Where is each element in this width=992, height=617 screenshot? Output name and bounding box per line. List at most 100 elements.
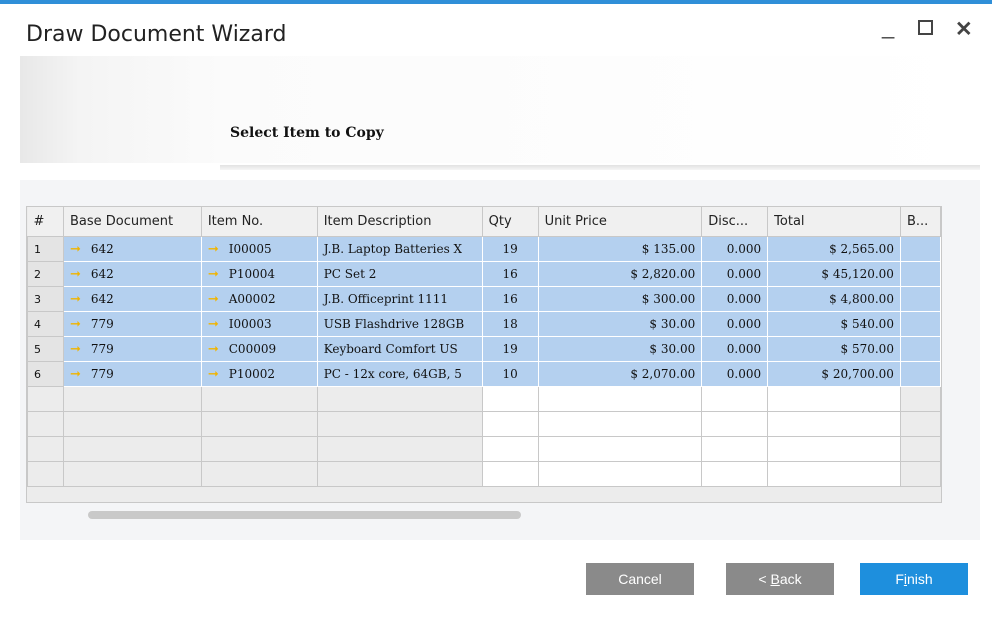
item-description-cell: J.B. Laptop Batteries X xyxy=(316,236,483,262)
column-header[interactable]: Disc... xyxy=(701,207,769,237)
b-col-cell xyxy=(899,236,942,262)
item-no-value: I00005 xyxy=(228,241,272,256)
items-table: # Base Document Item No. Item Description Qt… xyxy=(27,207,942,487)
link-arrow-icon[interactable]: ➞ xyxy=(70,267,81,282)
table-row[interactable]: 2 ➞ 642 ➞ P10004 PC Set 2 16 $ 2,820.00 0.000 $ 4… xyxy=(27,261,942,287)
column-header[interactable]: B... xyxy=(900,207,942,237)
item-no-cell: ➞ I00003 xyxy=(200,311,318,337)
minimize-icon[interactable]: _ xyxy=(882,14,894,40)
back-button[interactable]: < Back xyxy=(726,563,834,595)
table-row[interactable]: 3 ➞ 642 ➞ A00002 J.B. Officeprint 1111 16 $ 300… xyxy=(27,286,942,312)
horizontal-scrollbar[interactable] xyxy=(88,511,521,519)
empty-cell xyxy=(701,461,769,487)
empty-cell xyxy=(316,411,483,437)
total-value: $ 2,565.00 xyxy=(829,242,894,256)
total-cell: $ 45,120.00 xyxy=(767,261,901,287)
finish-button[interactable]: Finish xyxy=(860,563,968,595)
qty-cell: 19 xyxy=(481,336,539,362)
back-mnemonic: B xyxy=(770,571,780,587)
cancel-button[interactable]: Cancel xyxy=(586,563,694,595)
total-cell: $ 2,565.00 xyxy=(767,236,901,262)
row-number-value: 6 xyxy=(34,367,41,381)
qty-cell: 10 xyxy=(481,361,539,387)
row-number-cell[interactable]: 3 xyxy=(27,286,64,312)
link-arrow-icon[interactable]: ➞ xyxy=(208,342,219,357)
item-no-value: P10002 xyxy=(228,366,275,381)
window-top-accent xyxy=(0,0,992,4)
empty-cell xyxy=(537,386,703,412)
table-row[interactable]: 1 ➞ 642 ➞ I00005 J.B. Laptop Batteries X 19 $ 1… xyxy=(27,236,942,262)
items-grid[interactable]: # Base Document Item No. Item Description Qt… xyxy=(26,206,942,503)
step-heading: Select Item to Copy xyxy=(230,125,384,141)
qty-value: 16 xyxy=(502,267,518,281)
empty-row xyxy=(27,461,942,487)
wizard-header-band xyxy=(20,56,980,163)
qty-cell: 18 xyxy=(481,311,539,337)
item-no-value: I00003 xyxy=(228,316,272,331)
row-number-value: 5 xyxy=(34,342,41,356)
unit-price-value: $ 2,070.00 xyxy=(630,367,696,381)
column-header[interactable]: Qty xyxy=(482,207,539,237)
item-no-cell: ➞ P10004 xyxy=(200,261,318,287)
empty-row xyxy=(27,436,942,462)
row-number-cell[interactable]: 2 xyxy=(27,261,64,287)
empty-cell xyxy=(767,461,901,487)
item-no-value: C00009 xyxy=(228,341,277,356)
unit-price-cell: $ 2,820.00 xyxy=(537,261,703,287)
link-arrow-icon[interactable]: ➞ xyxy=(208,292,219,307)
item-description-value: USB Flashdrive 128GB xyxy=(323,317,465,331)
unit-price-value: $ 300.00 xyxy=(641,292,696,306)
empty-cell xyxy=(316,461,483,487)
base-document-value: 779 xyxy=(90,316,114,331)
unit-price-value: $ 2,820.00 xyxy=(630,267,696,281)
back-rest: ack xyxy=(779,571,802,587)
discount-cell: 0.000 xyxy=(701,261,769,287)
column-header[interactable]: Item Description xyxy=(317,207,483,237)
empty-cell xyxy=(481,411,539,437)
link-arrow-icon[interactable]: ➞ xyxy=(208,317,219,332)
base-document-cell: ➞ 642 xyxy=(62,261,202,287)
empty-cell xyxy=(27,461,64,487)
column-header[interactable]: Base Document xyxy=(63,207,202,237)
close-icon[interactable]: ✕ xyxy=(955,17,973,42)
column-header[interactable]: # xyxy=(27,207,64,237)
column-header[interactable]: Item No. xyxy=(201,207,318,237)
maximize-icon[interactable] xyxy=(918,20,933,35)
row-number-cell[interactable]: 4 xyxy=(27,311,64,337)
row-number-value: 1 xyxy=(34,242,41,256)
item-description-cell: Keyboard Comfort US xyxy=(316,336,483,362)
column-header[interactable]: Unit Price xyxy=(538,207,703,237)
table-row[interactable]: 5 ➞ 779 ➞ C00009 Keyboard Comfort US 19 $ 30.00… xyxy=(27,336,942,362)
link-arrow-icon[interactable]: ➞ xyxy=(70,242,81,257)
link-arrow-icon[interactable]: ➞ xyxy=(208,267,219,282)
empty-cell xyxy=(200,461,318,487)
b-col-cell xyxy=(899,336,942,362)
b-col-cell xyxy=(899,286,942,312)
empty-cell xyxy=(701,386,769,412)
item-description-value: Keyboard Comfort US xyxy=(323,342,458,356)
row-number-cell[interactable]: 5 xyxy=(27,336,64,362)
link-arrow-icon[interactable]: ➞ xyxy=(70,317,81,332)
empty-cell xyxy=(316,386,483,412)
back-prefix: < xyxy=(758,571,771,587)
base-document-value: 642 xyxy=(90,291,114,306)
table-row[interactable]: 4 ➞ 779 ➞ I00003 USB Flashdrive 128GB 18 $ 30.0… xyxy=(27,311,942,337)
empty-cell xyxy=(27,386,64,412)
link-arrow-icon[interactable]: ➞ xyxy=(208,242,219,257)
link-arrow-icon[interactable]: ➞ xyxy=(70,342,81,357)
link-arrow-icon[interactable]: ➞ xyxy=(208,367,219,382)
empty-cell xyxy=(899,411,942,437)
base-document-cell: ➞ 642 xyxy=(62,286,202,312)
table-row[interactable]: 6 ➞ 779 ➞ P10002 PC - 12x core, 64GB, 5 10 $ 2,… xyxy=(27,361,942,387)
row-number-cell[interactable]: 1 xyxy=(27,236,64,262)
qty-value: 10 xyxy=(502,367,518,381)
row-number-value: 4 xyxy=(34,317,41,331)
link-arrow-icon[interactable]: ➞ xyxy=(70,292,81,307)
qty-cell: 16 xyxy=(481,286,539,312)
unit-price-value: $ 135.00 xyxy=(641,242,696,256)
row-number-cell[interactable]: 6 xyxy=(27,361,64,387)
link-arrow-icon[interactable]: ➞ xyxy=(70,367,81,382)
column-header[interactable]: Total xyxy=(767,207,901,237)
header-divider xyxy=(220,165,980,170)
empty-cell xyxy=(537,461,703,487)
